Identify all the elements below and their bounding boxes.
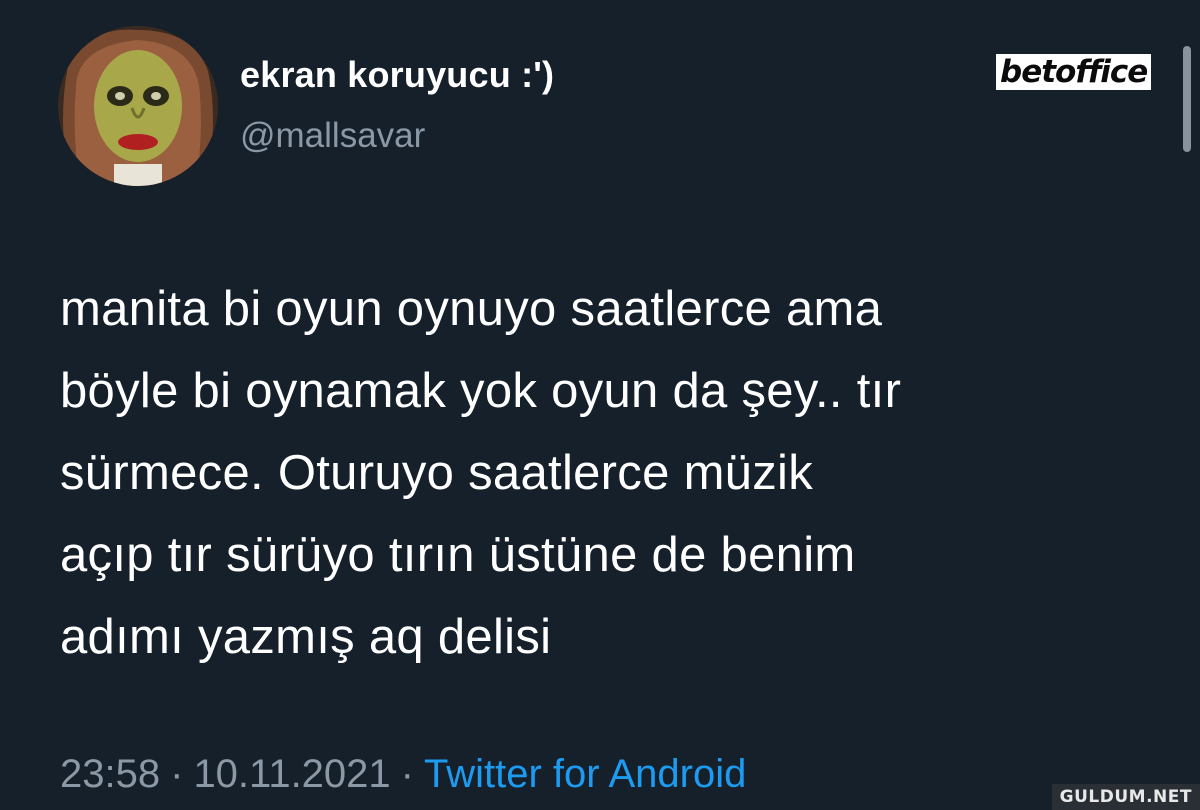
tweet-text: manita bi oyun oynuyo saatlerce ama böyl…: [60, 268, 1160, 678]
scrollbar-thumb[interactable]: [1183, 46, 1191, 152]
tweet-time[interactable]: 23:58: [60, 752, 160, 796]
avatar-image: [58, 26, 218, 186]
tweet-line: sürmece. Oturuyo saatlerce müzik: [60, 446, 814, 500]
user-handle[interactable]: @mallsavar: [240, 116, 425, 156]
tweet-date[interactable]: 10.11.2021: [193, 752, 390, 796]
meta-separator: ·: [400, 752, 414, 796]
tweet-line: böyle bi oynamak yok oyun da şey.. tır: [60, 364, 902, 418]
tweet-source-link[interactable]: Twitter for Android: [424, 752, 746, 796]
tweet-line: açıp tır sürüyo tırın üstüne de benim: [60, 528, 856, 582]
brand-badge: betoffice: [996, 54, 1152, 90]
tweet-line: adımı yazmış aq delisi: [60, 610, 552, 664]
meta-separator: ·: [170, 752, 184, 796]
tweet-line: manita bi oyun oynuyo saatlerce ama: [60, 282, 883, 336]
display-name[interactable]: ekran koruyucu :'): [240, 54, 554, 96]
avatar[interactable]: [58, 26, 218, 186]
tweet-meta: 23:58 · 10.11.2021 · Twitter for Android: [60, 752, 746, 797]
site-watermark: GULDUM.NET: [1051, 784, 1200, 810]
